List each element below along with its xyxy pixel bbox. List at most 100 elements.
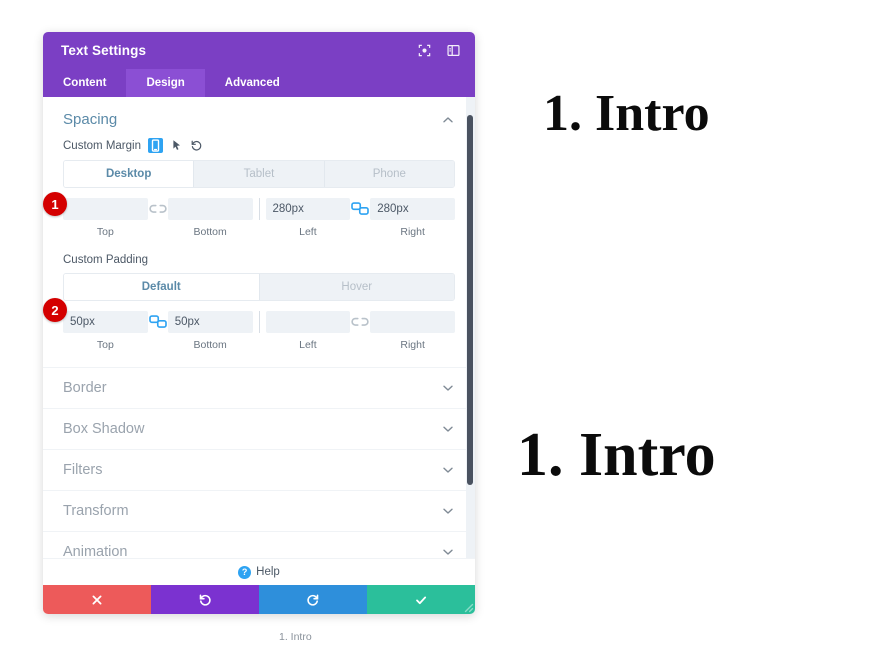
page-heading-bottom: 1. Intro bbox=[517, 421, 716, 489]
custom-margin-field: Custom Margin Desktop Tablet Phone bbox=[43, 138, 475, 188]
margin-bottom-cell: Bottom bbox=[167, 198, 253, 238]
section-row-border[interactable]: Border bbox=[43, 367, 475, 408]
margin-right-cell: Right bbox=[370, 198, 455, 238]
chevron-down-icon[interactable] bbox=[441, 504, 455, 518]
padding-left-input[interactable] bbox=[265, 311, 351, 333]
margin-right-input[interactable] bbox=[370, 198, 455, 220]
section-header-spacing[interactable]: Spacing bbox=[43, 97, 475, 138]
panel-titlebar: Text Settings bbox=[43, 32, 475, 69]
section-title-spacing: Spacing bbox=[63, 111, 118, 128]
chevron-up-icon[interactable] bbox=[441, 113, 455, 127]
device-tab-phone[interactable]: Phone bbox=[324, 161, 454, 187]
padding-state-toggle-group: Default Hover bbox=[63, 273, 455, 301]
section-title-transform: Transform bbox=[63, 503, 129, 519]
margin-input-row: Top Bottom Left bbox=[43, 188, 475, 238]
step-badge-2: 2 bbox=[43, 298, 67, 322]
device-tab-desktop[interactable]: Desktop bbox=[64, 161, 195, 187]
margin-bottom-caption: Bottom bbox=[193, 226, 227, 238]
collapsed-section-list: Border Box Shadow Filters Transform Anim… bbox=[43, 367, 475, 558]
custom-margin-label: Custom Margin bbox=[63, 139, 141, 152]
device-tab-tablet[interactable]: Tablet bbox=[194, 161, 325, 187]
panel-scrollbar-track[interactable] bbox=[466, 97, 475, 558]
padding-left-right-group: Left Right bbox=[265, 311, 455, 351]
padding-state-default[interactable]: Default bbox=[64, 274, 260, 300]
section-row-animation[interactable]: Animation bbox=[43, 531, 475, 558]
section-row-filters[interactable]: Filters bbox=[43, 449, 475, 490]
section-title-box-shadow: Box Shadow bbox=[63, 421, 145, 437]
margin-top-cell: Top bbox=[63, 198, 148, 238]
section-row-box-shadow[interactable]: Box Shadow bbox=[43, 408, 475, 449]
section-title-filters: Filters bbox=[63, 462, 103, 478]
padding-left-right-unlink-icon[interactable] bbox=[350, 311, 370, 333]
margin-left-input[interactable] bbox=[265, 198, 351, 220]
margin-left-right-link-icon[interactable] bbox=[350, 198, 370, 220]
margin-left-right-group: Left Right bbox=[265, 198, 455, 238]
section-title-animation: Animation bbox=[63, 544, 128, 558]
chevron-down-icon[interactable] bbox=[441, 545, 455, 558]
question-mark-icon: ? bbox=[238, 565, 252, 579]
undo-arrow-icon bbox=[199, 594, 211, 606]
margin-top-bottom-unlink-icon[interactable] bbox=[148, 198, 168, 220]
tab-advanced[interactable]: Advanced bbox=[205, 69, 300, 97]
padding-top-caption: Top bbox=[96, 339, 114, 351]
padding-bottom-caption: Bottom bbox=[193, 339, 227, 351]
margin-top-input[interactable] bbox=[63, 198, 148, 220]
padding-top-bottom-group: Top Bottom bbox=[63, 311, 253, 351]
panel-scrollbar-thumb[interactable] bbox=[467, 115, 473, 485]
chevron-down-icon[interactable] bbox=[441, 422, 455, 436]
padding-right-cell: Right bbox=[370, 311, 455, 351]
reset-undo-icon[interactable] bbox=[190, 139, 203, 152]
titlebar-icon-group bbox=[417, 43, 461, 58]
panel-tab-bar: Content Design Advanced bbox=[43, 69, 475, 97]
margin-right-caption: Right bbox=[400, 226, 425, 238]
custom-margin-label-row: Custom Margin bbox=[63, 138, 455, 153]
padding-left-caption: Left bbox=[299, 339, 317, 351]
text-settings-panel: Text Settings Content Design Advanced Sp… bbox=[43, 32, 475, 614]
margin-bottom-input[interactable] bbox=[167, 198, 253, 220]
padding-top-bottom-link-icon[interactable] bbox=[148, 311, 168, 333]
cursor-pointer-icon[interactable] bbox=[170, 139, 183, 152]
checkmark-icon bbox=[416, 596, 427, 604]
help-label: Help bbox=[256, 566, 280, 578]
save-button[interactable] bbox=[367, 585, 475, 614]
panel-scroll-body: Spacing Custom Margin Desktop Tablet Pho… bbox=[43, 97, 475, 558]
close-x-icon bbox=[92, 595, 102, 604]
margin-left-cell: Left bbox=[265, 198, 351, 238]
custom-padding-label: Custom Padding bbox=[63, 254, 149, 266]
padding-top-input[interactable] bbox=[63, 311, 148, 333]
page-heading-top: 1. Intro bbox=[543, 85, 710, 142]
layout-toggle-icon[interactable] bbox=[446, 43, 461, 58]
margin-top-bottom-group: Top Bottom bbox=[63, 198, 253, 238]
panel-title: Text Settings bbox=[61, 43, 147, 58]
padding-bottom-input[interactable] bbox=[167, 311, 253, 333]
expand-icon[interactable] bbox=[417, 43, 432, 58]
responsive-tablet-icon[interactable] bbox=[147, 138, 163, 153]
padding-state-field: Default Hover bbox=[43, 273, 475, 301]
padding-right-input[interactable] bbox=[370, 311, 455, 333]
device-toggle-group: Desktop Tablet Phone bbox=[63, 160, 455, 188]
redo-arrow-icon bbox=[307, 594, 319, 606]
margin-left-caption: Left bbox=[299, 226, 317, 238]
padding-bottom-cell: Bottom bbox=[167, 311, 253, 351]
tab-design[interactable]: Design bbox=[126, 69, 205, 97]
chevron-down-icon[interactable] bbox=[441, 463, 455, 477]
spacing-divider bbox=[258, 311, 260, 333]
help-link[interactable]: ? Help bbox=[43, 558, 475, 585]
cancel-button[interactable] bbox=[43, 585, 151, 614]
section-title-border: Border bbox=[63, 380, 107, 396]
padding-right-caption: Right bbox=[400, 339, 425, 351]
module-caption: 1. Intro bbox=[279, 631, 312, 643]
chevron-down-icon[interactable] bbox=[441, 381, 455, 395]
padding-left-cell: Left bbox=[265, 311, 351, 351]
undo-button[interactable] bbox=[151, 585, 259, 614]
redo-button[interactable] bbox=[259, 585, 367, 614]
section-row-transform[interactable]: Transform bbox=[43, 490, 475, 531]
panel-footer bbox=[43, 585, 475, 614]
margin-top-caption: Top bbox=[96, 226, 114, 238]
tab-content[interactable]: Content bbox=[43, 69, 126, 97]
resize-handle[interactable] bbox=[461, 600, 474, 613]
spacing-divider bbox=[258, 198, 260, 220]
padding-input-row: Top Bottom Left bbox=[43, 301, 475, 351]
step-badge-1: 1 bbox=[43, 192, 67, 216]
padding-state-hover[interactable]: Hover bbox=[259, 274, 454, 300]
